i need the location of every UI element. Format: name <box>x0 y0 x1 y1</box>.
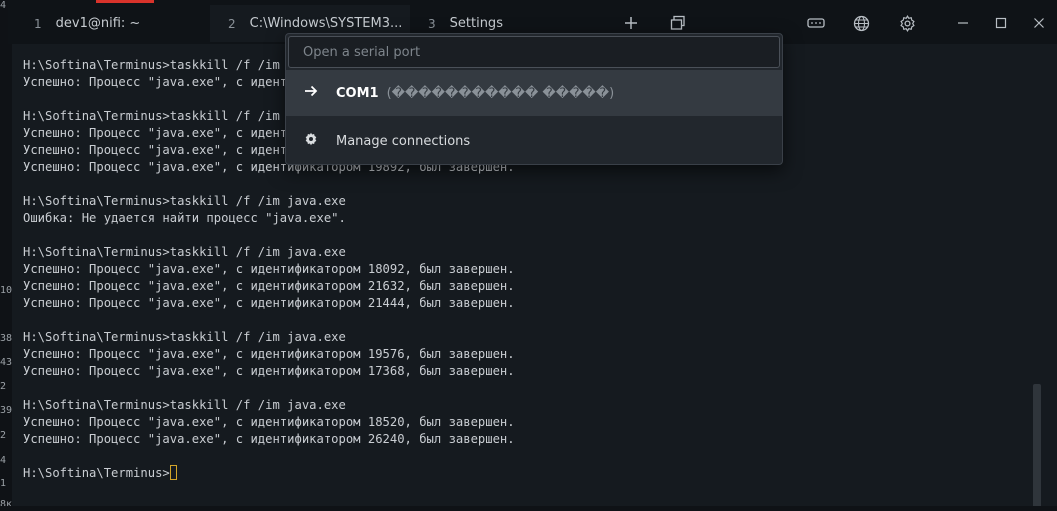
margin-text: 2 <box>0 381 7 392</box>
terminal-line: Успешно: Процесс "java.exe", с идентифик… <box>23 432 515 446</box>
tab-number: 2 <box>228 16 236 31</box>
gear-icon[interactable] <box>896 12 918 34</box>
maximize-icon[interactable] <box>990 12 1012 34</box>
new-tab-plus-icon[interactable] <box>620 12 642 34</box>
port-option-com1[interactable]: COM1 (����������� �����) <box>286 70 782 116</box>
terminal-line: Успешно: Процесс "java.exe", с идентифик… <box>23 296 515 310</box>
serial-port-icon[interactable] <box>805 12 827 34</box>
serial-port-search-input[interactable] <box>288 36 780 68</box>
gear-icon <box>286 132 336 150</box>
margin-text: 10 <box>0 285 13 296</box>
active-tab-accent <box>96 0 154 3</box>
text-cursor <box>169 465 177 480</box>
globe-icon[interactable] <box>850 12 872 34</box>
arrow-right-icon <box>286 85 336 101</box>
terminal-line: Ошибка: Не удается найти процесс "java.e… <box>23 211 346 225</box>
port-option-label: COM1 <box>336 85 379 101</box>
tab-title: Settings <box>449 16 503 31</box>
margin-text: 4 <box>0 0 7 11</box>
margin-text: 39 <box>0 405 13 416</box>
tab-title: C:\Windows\SYSTEM3... <box>249 16 403 31</box>
terminal-line: Успешно: Процесс "java.exe", с идентифик… <box>23 364 515 378</box>
margin-text: 1 <box>0 478 7 489</box>
terminal-line: Успешно: Процесс "java.exe", с идентифик… <box>23 415 515 429</box>
scrollbar-thumb[interactable] <box>1033 384 1041 506</box>
tab-number: 3 <box>428 16 436 31</box>
tab-number: 1 <box>34 16 42 31</box>
bottom-edge <box>0 506 1057 511</box>
manage-connections-label: Manage connections <box>336 133 471 149</box>
terminal-line: H:\Softina\Terminus>taskkill /f /im java… <box>23 398 346 412</box>
tab-ssh[interactable]: 1 dev1@nifi: ~ <box>16 5 206 42</box>
terminal-prompt-line[interactable]: H:\Softina\Terminus> <box>23 465 515 482</box>
margin-text: 43 <box>0 357 13 368</box>
terminal-line: Успешно: Процесс "java.exe", с идентифик… <box>23 347 515 361</box>
terminal-prompt: H:\Softina\Terminus> <box>23 466 170 480</box>
margin-text: 2 <box>0 430 7 441</box>
margin-text: 38 <box>0 333 13 344</box>
serial-port-dialog: COM1 (����������� �����) Manage connecti… <box>285 33 783 165</box>
background-window-edge: 4 10 38 43 2 39 2 4 1 8кв <box>0 0 18 511</box>
port-option-description: (����������� �����) <box>386 85 615 101</box>
terminal-line: Успешно: Процесс "java.exe", с идентифик… <box>23 279 515 293</box>
terminal-line: Успешно: Процесс "java.exe", с идентифик… <box>23 262 515 276</box>
close-icon[interactable] <box>1028 12 1050 34</box>
minimize-icon[interactable] <box>952 12 974 34</box>
profiles-windows-icon[interactable] <box>667 12 689 34</box>
manage-connections-option[interactable]: Manage connections <box>286 118 782 164</box>
margin-text: 4 <box>0 455 7 466</box>
tab-title: dev1@nifi: ~ <box>55 16 141 31</box>
terminal-line: H:\Softina\Terminus>taskkill /f /im java… <box>23 330 346 344</box>
terminal-line: H:\Softina\Terminus>taskkill /f /im java… <box>23 245 346 259</box>
terminal-line: H:\Softina\Terminus>taskkill /f /im java… <box>23 194 346 208</box>
